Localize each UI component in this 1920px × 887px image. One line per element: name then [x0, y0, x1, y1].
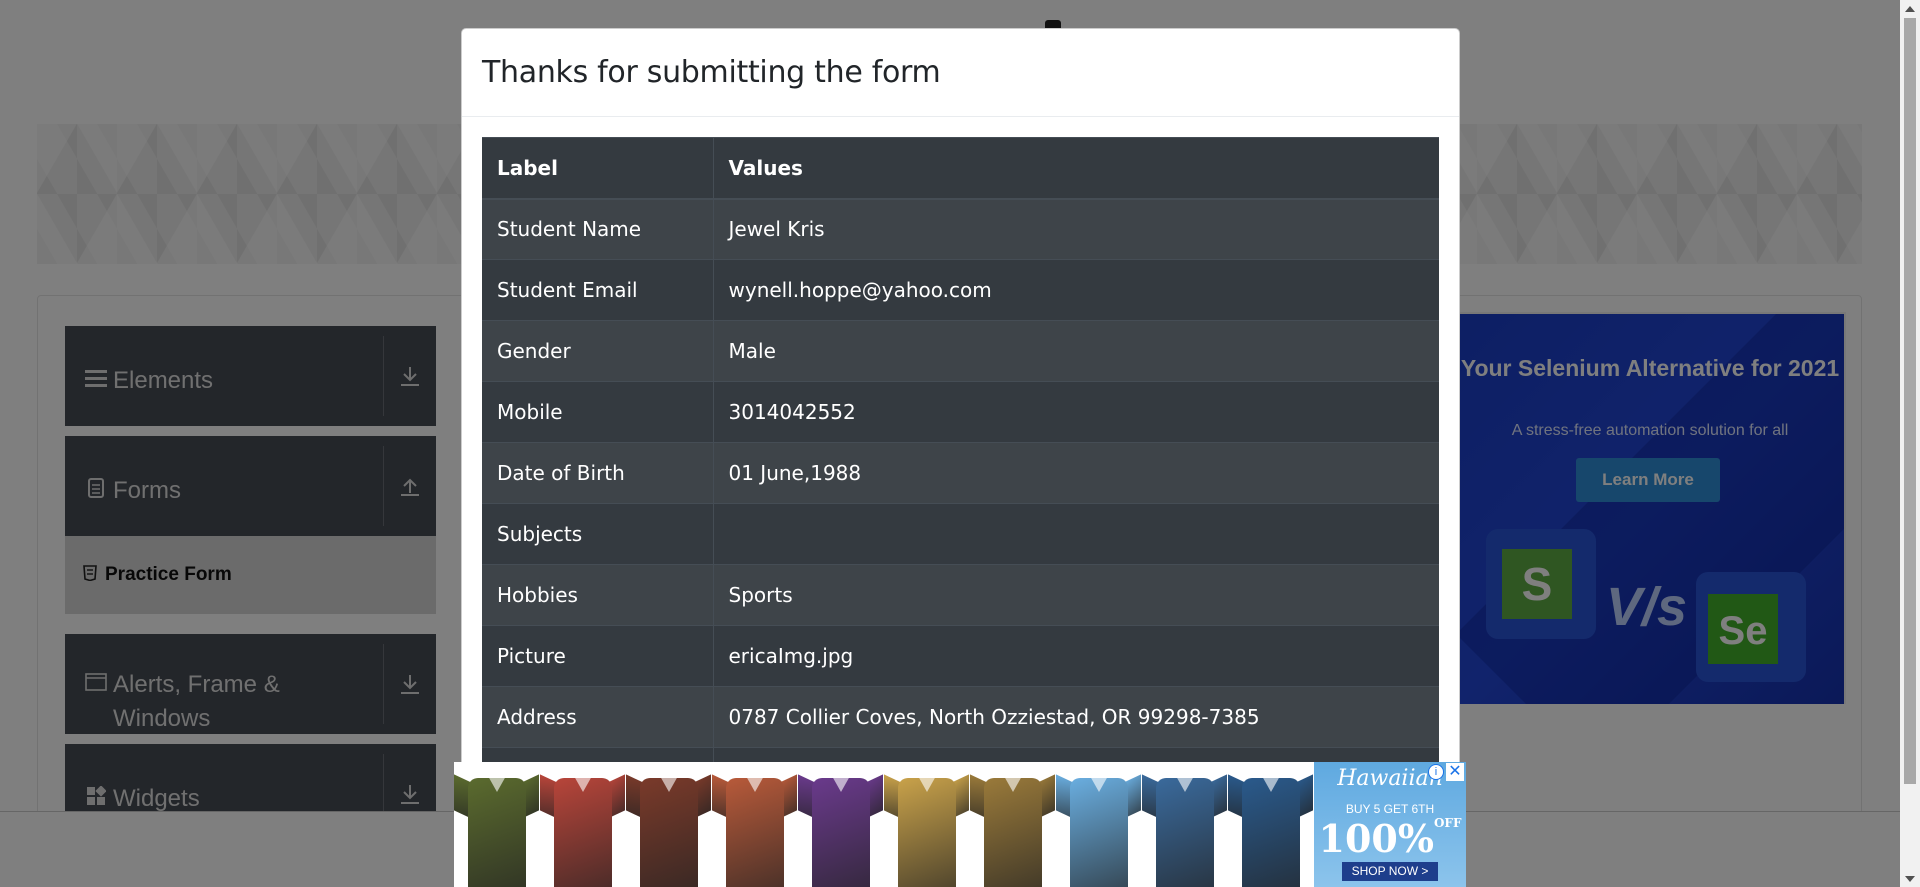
shirt-image[interactable] [626, 762, 712, 887]
results-table: Label Values Student Name Jewel Kris Stud… [482, 137, 1439, 809]
table-row: Mobile 3014042552 [482, 381, 1439, 443]
shop-now-button[interactable]: SHOP NOW > [1342, 862, 1438, 881]
row-value: Sports [713, 564, 1439, 626]
row-label: Address [482, 686, 714, 748]
table-row: Student Name Jewel Kris [482, 198, 1439, 260]
promo-discount-value: 100% [1318, 816, 1434, 861]
table-header-row: Label Values [482, 137, 1439, 200]
table-row: Date of Birth 01 June,1988 [482, 442, 1439, 504]
row-label: Student Email [482, 259, 714, 321]
promo-offer: BUY 5 GET 6TH [1345, 802, 1435, 816]
row-label: Hobbies [482, 564, 714, 626]
shirt-image[interactable] [970, 762, 1056, 887]
row-value: 0787 Collier Coves, North Ozziestad, OR … [713, 686, 1439, 748]
row-value: Jewel Kris [713, 198, 1439, 260]
table-row: Student Email wynell.hoppe@yahoo.com [482, 259, 1439, 321]
submission-modal: Thanks for submitting the form Label Val… [461, 28, 1460, 887]
row-value: Male [713, 320, 1439, 382]
promo-panel[interactable]: Hawaiian BUY 5 GET 6TH 100%OFF SHOP NOW … [1314, 762, 1466, 887]
shirt-image[interactable] [798, 762, 884, 887]
row-label: Gender [482, 320, 714, 382]
modal-header: Thanks for submitting the form [462, 29, 1459, 117]
row-label: Mobile [482, 381, 714, 443]
scrollbar-thumb[interactable] [1904, 18, 1916, 784]
row-value: ericaImg.jpg [713, 625, 1439, 687]
promo-discount-suffix: OFF [1433, 816, 1462, 830]
shirt-image[interactable] [540, 762, 626, 887]
bottom-ad-banner[interactable]: Hawaiian BUY 5 GET 6TH 100%OFF SHOP NOW … [454, 762, 1466, 887]
table-row: Gender Male [482, 320, 1439, 382]
column-header-label: Label [482, 137, 714, 200]
modal-body: Label Values Student Name Jewel Kris Stud… [462, 117, 1459, 809]
row-value [713, 503, 1439, 565]
row-value: wynell.hoppe@yahoo.com [713, 259, 1439, 321]
table-row: Address 0787 Collier Coves, North Ozziest… [482, 686, 1439, 748]
table-row: Picture ericaImg.jpg [482, 625, 1439, 687]
table-row: Hobbies Sports [482, 564, 1439, 626]
row-value: 01 June,1988 [713, 442, 1439, 504]
table-row: Subjects [482, 503, 1439, 565]
row-label: Date of Birth [482, 442, 714, 504]
page-scrollbar[interactable] [1900, 0, 1920, 887]
shirt-image[interactable] [1228, 762, 1314, 887]
row-label: Picture [482, 625, 714, 687]
row-label: Subjects [482, 503, 714, 565]
row-value: 3014042552 [713, 381, 1439, 443]
shirt-image[interactable] [454, 762, 540, 887]
ad-info-icon[interactable]: i [1428, 764, 1444, 780]
shirt-image[interactable] [884, 762, 970, 887]
row-label: Student Name [482, 198, 714, 260]
shirt-image[interactable] [1142, 762, 1228, 887]
close-icon[interactable]: ✕ [1446, 763, 1464, 781]
shirt-image[interactable] [712, 762, 798, 887]
column-header-values: Values [713, 137, 1439, 200]
scroll-down-icon[interactable] [1900, 870, 1920, 887]
modal-title: Thanks for submitting the form [482, 55, 941, 90]
promo-discount: 100%OFF [1314, 816, 1466, 861]
shirt-image[interactable] [1056, 762, 1142, 887]
scroll-up-icon[interactable] [1900, 0, 1920, 17]
